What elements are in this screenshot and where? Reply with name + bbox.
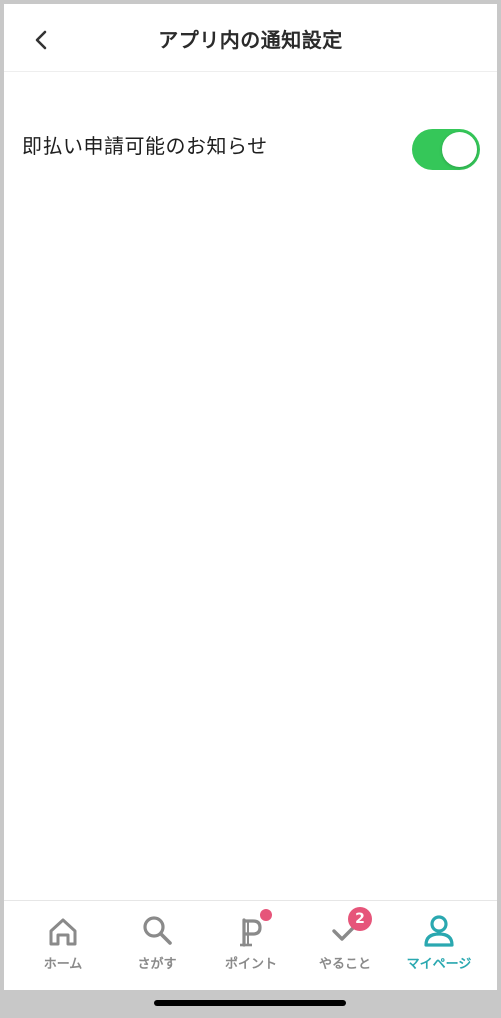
home-icon: [49, 918, 77, 946]
tab-search[interactable]: さがす: [110, 901, 204, 990]
home-indicator[interactable]: [154, 1000, 346, 1006]
toggle-knob: [442, 132, 477, 167]
notification-toggle[interactable]: [412, 129, 480, 170]
tab-label: ポイント: [224, 957, 277, 972]
app-screen: アプリ内の通知設定 即払い申請可能のお知らせ ホーム さがす ポイント 2 やる…: [4, 4, 497, 990]
tab-label: さがす: [137, 957, 177, 972]
tab-bar: ホーム さがす ポイント 2 やること マイページ: [4, 900, 497, 990]
tab-label: やること: [318, 957, 371, 972]
tab-home[interactable]: ホーム: [16, 901, 110, 990]
tab-label: ホーム: [43, 957, 83, 972]
setting-row-instant-payment: 即払い申請可能のお知らせ: [4, 120, 497, 172]
tab-points[interactable]: ポイント: [204, 901, 298, 990]
tab-label: マイページ: [406, 957, 472, 972]
tab-todo[interactable]: 2 やること: [298, 901, 392, 990]
header-bar: アプリ内の通知設定: [4, 4, 497, 72]
chevron-left-icon: [35, 30, 47, 50]
todo-count-badge: 2: [348, 907, 372, 931]
person-icon: [424, 915, 454, 947]
search-icon: [143, 916, 172, 945]
notification-dot: [260, 909, 272, 921]
page-title: アプリ内の通知設定: [158, 28, 343, 52]
back-button[interactable]: [22, 20, 62, 60]
device-frame: アプリ内の通知設定 即払い申請可能のお知らせ ホーム さがす ポイント 2 やる…: [0, 0, 501, 1018]
tab-mypage[interactable]: マイページ: [392, 901, 486, 990]
setting-label: 即払い申請可能のお知らせ: [22, 134, 268, 158]
